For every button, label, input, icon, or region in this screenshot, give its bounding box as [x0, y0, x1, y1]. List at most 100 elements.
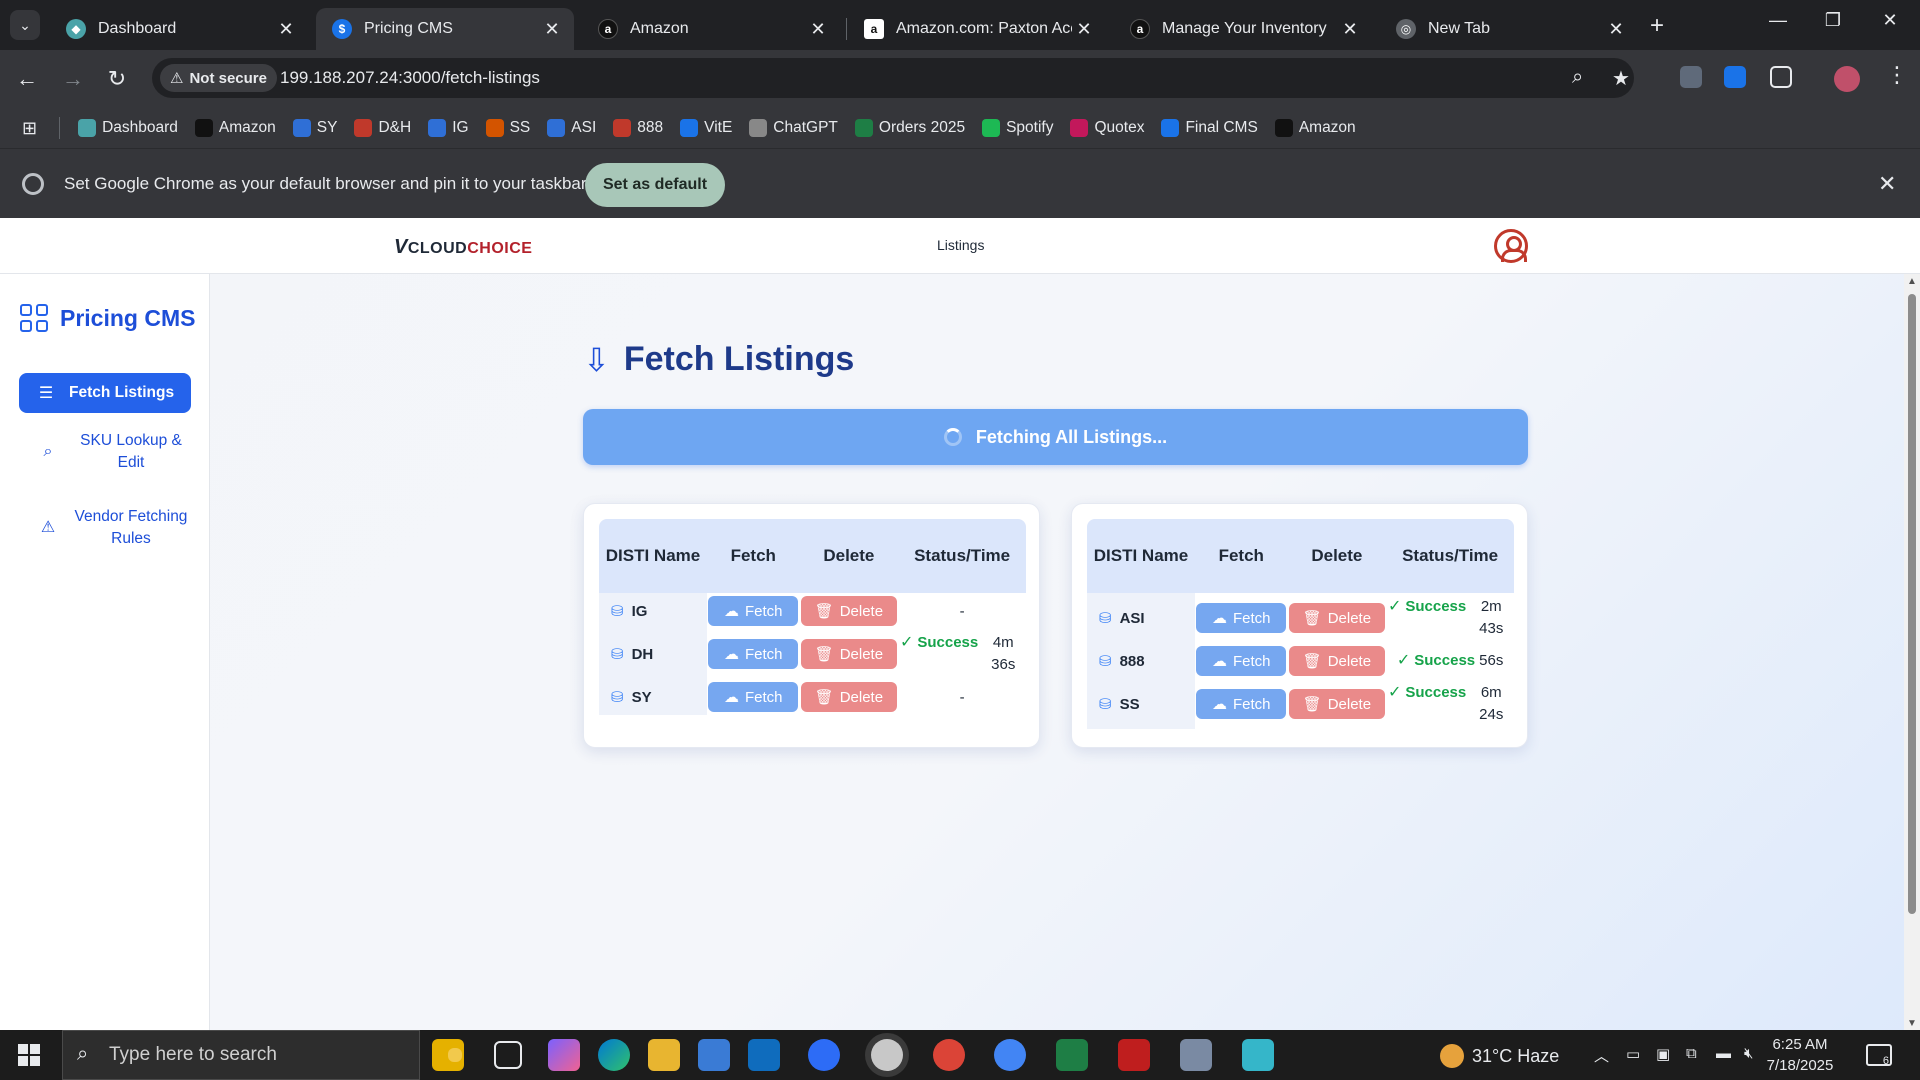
zoom-icon[interactable]: ⌕ — [1572, 66, 1583, 89]
delete-button[interactable]: 🗑︎ Delete — [1288, 603, 1385, 633]
delete-button[interactable]: 🗑︎ Delete — [1288, 646, 1385, 676]
chrome-profile-icon[interactable] — [871, 1039, 903, 1071]
meet-icon[interactable]: ▣ — [1656, 1045, 1670, 1063]
close-tab-icon[interactable]: ✕ — [274, 19, 298, 40]
fetch-button[interactable]: ☁ Fetch — [708, 639, 799, 669]
volume-mute-icon[interactable]: 🔇︎ — [1744, 1045, 1753, 1062]
reload-icon[interactable]: ↻ — [102, 66, 132, 92]
fetch-button[interactable]: ☁ Fetch — [1196, 689, 1287, 719]
bookmark-item[interactable]: Amazon — [1274, 119, 1356, 137]
chrome-icon[interactable] — [933, 1039, 965, 1071]
vcloudchoice-logo[interactable]: VCLOUDCHOICE — [394, 236, 532, 259]
display-icon[interactable]: ▭ — [1626, 1045, 1640, 1063]
scroll-down-icon[interactable]: ▼ — [1907, 1018, 1917, 1029]
app-icon[interactable] — [1242, 1039, 1274, 1071]
bookmark-item[interactable]: SS — [485, 119, 530, 137]
fetch-button[interactable]: ☁ Fetch — [1196, 603, 1287, 633]
close-tab-icon[interactable]: ✕ — [1072, 19, 1096, 40]
tab-search-button[interactable]: ⌄ — [10, 10, 40, 40]
extension-icon[interactable] — [1724, 66, 1746, 88]
taskbar-search-box[interactable]: ⌕ Type here to search — [62, 1030, 420, 1080]
sidebar-item-fetch-listings[interactable]: ☰ Fetch Listings — [19, 373, 191, 413]
file-explorer-icon[interactable] — [648, 1039, 680, 1071]
restore-icon[interactable]: ❐ — [1813, 10, 1853, 31]
status-badge: ✓ Success 2m 43s — [1388, 596, 1512, 640]
bookmark-item[interactable]: Orders 2025 — [854, 119, 965, 137]
new-tab-plus-icon[interactable]: + — [1650, 12, 1664, 40]
fetch-button[interactable]: ☁ Fetch — [1196, 646, 1287, 676]
fetch-all-button[interactable]: Fetching All Listings... — [583, 409, 1528, 465]
menu-kebab-icon[interactable]: ⋮ — [1886, 62, 1908, 88]
tab-dashboard[interactable]: ◆ Dashboard ✕ — [50, 8, 308, 50]
tab-new-tab[interactable]: ◎ New Tab ✕ — [1380, 8, 1638, 50]
close-tab-icon[interactable]: ✕ — [1338, 19, 1362, 40]
scroll-up-icon[interactable]: ▲ — [1907, 276, 1917, 287]
set-default-button[interactable]: Set as default — [585, 163, 725, 207]
bookmark-item[interactable]: Amazon — [194, 119, 276, 137]
bookmark-item[interactable]: 888 — [613, 119, 663, 137]
bookmark-item[interactable]: D&H — [354, 119, 411, 137]
close-window-icon[interactable]: ✕ — [1870, 10, 1910, 31]
url-text[interactable]: 199.188.207.24:3000/fetch-listings — [280, 68, 540, 88]
fetch-button[interactable]: ☁ Fetch — [708, 682, 799, 712]
user-profile-icon[interactable] — [1494, 229, 1528, 263]
close-tab-icon[interactable]: ✕ — [1604, 19, 1628, 40]
minimize-icon[interactable]: — — [1758, 10, 1798, 31]
bookmark-item[interactable]: ChatGPT — [749, 119, 838, 137]
task-view-icon[interactable] — [494, 1041, 522, 1069]
page-scrollbar[interactable]: ▲ ▼ — [1904, 274, 1920, 1030]
delete-button[interactable]: 🗑︎ Delete — [800, 639, 897, 669]
sidebar-item-sku-lookup[interactable]: ⌕ SKU Lookup & Edit — [19, 428, 191, 476]
zoom-app-icon[interactable] — [808, 1039, 840, 1071]
delete-button[interactable]: 🗑︎ Delete — [800, 596, 897, 626]
m365-icon[interactable] — [548, 1039, 580, 1071]
address-bar[interactable]: ⚠ Not secure 199.188.207.24:3000/fetch-l… — [152, 58, 1634, 98]
close-tab-icon[interactable]: ✕ — [806, 19, 830, 40]
edge-icon[interactable] — [598, 1039, 630, 1071]
chrome-icon-2[interactable] — [994, 1039, 1026, 1071]
nav-link-listings[interactable]: Listings — [937, 237, 984, 253]
forward-arrow-icon[interactable]: → — [58, 66, 88, 92]
delete-button[interactable]: 🗑︎ Delete — [1288, 689, 1385, 719]
delete-button[interactable]: 🗑︎ Delete — [800, 682, 897, 712]
tab-title: Amazon — [630, 20, 689, 37]
tab-amazon-paxton[interactable]: a Amazon.com: Paxton Acce ✕ — [848, 8, 1106, 50]
profile-avatar[interactable] — [1834, 66, 1860, 92]
outlook-icon[interactable] — [748, 1039, 780, 1071]
bookmark-item[interactable]: VitE — [680, 119, 732, 137]
bookmark-star-icon[interactable]: ★ — [1612, 66, 1630, 91]
tab-manage-inventory[interactable]: a Manage Your Inventory ✕ — [1114, 8, 1372, 50]
tab-pricing-cms[interactable]: $ Pricing CMS ✕ — [316, 8, 574, 50]
fetch-button[interactable]: ☁ Fetch — [708, 596, 799, 626]
notification-icon[interactable]: 6 — [1866, 1044, 1892, 1067]
bookmark-item[interactable]: SY — [292, 119, 337, 137]
bookmark-item[interactable]: Spotify — [982, 119, 1053, 137]
apps-grid-icon[interactable]: ⊞ — [22, 118, 37, 139]
bookmark-item[interactable]: Quotex — [1070, 119, 1144, 137]
extension-icon[interactable] — [1680, 66, 1702, 88]
store-icon[interactable] — [698, 1039, 730, 1071]
excel-icon[interactable] — [1056, 1039, 1088, 1071]
delete-cell: 🗑︎ Delete — [800, 629, 899, 679]
calculator-icon[interactable] — [1180, 1039, 1212, 1071]
scrollbar-thumb[interactable] — [1908, 294, 1916, 914]
bookmark-item[interactable]: ASI — [547, 119, 596, 137]
tab-amazon[interactable]: a Amazon ✕ — [582, 8, 840, 50]
windows-start-icon[interactable] — [18, 1044, 40, 1066]
bookmark-item[interactable]: IG — [428, 119, 469, 137]
close-infobar-icon[interactable]: ✕ — [1878, 171, 1896, 197]
bookmark-item[interactable]: Final CMS — [1161, 119, 1258, 137]
tray-chevron-icon[interactable]: ︿ — [1594, 1045, 1609, 1066]
puzzle-extensions-icon[interactable] — [1770, 66, 1792, 88]
trash-icon: 🗑︎ — [1302, 696, 1322, 713]
filezilla-icon[interactable] — [1118, 1039, 1150, 1071]
close-tab-icon[interactable]: ✕ — [540, 19, 564, 40]
battery-icon[interactable]: ▬ — [1716, 1045, 1731, 1062]
system-clock[interactable]: 6:25 AM 7/18/2025 — [1760, 1034, 1840, 1076]
not-secure-badge[interactable]: ⚠ Not secure — [160, 64, 277, 92]
cast-icon[interactable]: ⧉ — [1686, 1045, 1697, 1062]
sidebar-item-vendor-rules[interactable]: ⚠ Vendor Fetching Rules — [19, 504, 191, 552]
back-arrow-icon[interactable]: ← — [12, 66, 42, 92]
weather-widget[interactable]: 31°C Haze — [1440, 1044, 1559, 1068]
bookmark-item[interactable]: Dashboard — [78, 119, 178, 137]
